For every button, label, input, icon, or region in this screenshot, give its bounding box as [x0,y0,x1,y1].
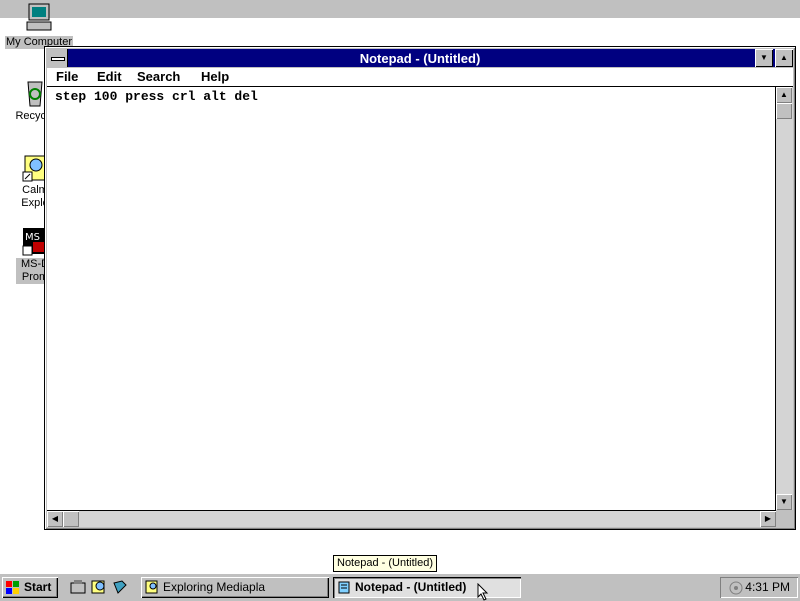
window-title: Notepad - (Untitled) [359,51,481,66]
menu-help[interactable]: Help [201,69,229,84]
desktop-icon-my-computer[interactable]: My Computer [4,2,74,49]
notepad-icon [338,581,350,594]
svg-text:MS: MS [25,232,40,243]
menu-edit[interactable]: Edit [97,69,122,84]
search-icon[interactable] [91,579,107,595]
scroll-left-button[interactable]: ◀ [47,511,63,527]
start-button[interactable]: Start [2,577,58,598]
vertical-scroll-thumb[interactable] [776,103,792,119]
taskbar-tooltip: Notepad - (Untitled) [333,555,437,572]
book-icon[interactable] [112,579,128,595]
clock[interactable]: 4:31 PM [745,577,790,598]
start-label: Start [24,580,52,594]
notepad-window[interactable]: Notepad - (Untitled) ▼ ▲ File Edit Searc… [44,46,796,530]
maximize-button[interactable]: ▲ [775,49,793,67]
menu-bar: File Edit Search Help [47,68,793,87]
explorer-icon [145,580,158,594]
vertical-scrollbar[interactable]: ▲ ▼ [775,87,793,510]
title-bar[interactable]: Notepad - (Untitled) ▼ ▲ [47,49,793,67]
text-area[interactable]: step 100 press crl alt del ▲ ▼ ◀ ▶ [47,87,793,527]
computer-icon [23,2,55,34]
taskbar-button-label: Notepad - (Untitled) [355,580,467,594]
menu-search[interactable]: Search [137,69,180,84]
speaker-icon[interactable] [728,580,744,596]
scrollbar-corner [776,510,793,527]
taskbar: Start Exploring Mediapla Notepad - (Unti… [0,573,800,601]
taskbar-button-notepad[interactable]: Notepad - (Untitled) [333,577,521,598]
minimize-button[interactable]: ▼ [755,49,773,67]
taskbar-button-explorer[interactable]: Exploring Mediapla [141,577,329,598]
desktop-icon[interactable] [70,579,86,595]
menu-file[interactable]: File [56,69,78,84]
horizontal-scroll-thumb[interactable] [63,511,79,527]
background-window-strip [0,0,800,18]
scroll-right-button[interactable]: ▶ [760,511,776,527]
system-tray: 4:31 PM [720,577,798,598]
horizontal-scrollbar[interactable]: ◀ ▶ [47,510,776,527]
scroll-up-button[interactable]: ▲ [776,87,792,103]
mouse-cursor-icon [477,583,489,601]
scroll-down-button[interactable]: ▼ [776,494,792,510]
document-text[interactable]: step 100 press crl alt del [55,89,258,104]
windows-logo-icon [6,581,19,594]
taskbar-button-label: Exploring Mediapla [163,580,266,594]
